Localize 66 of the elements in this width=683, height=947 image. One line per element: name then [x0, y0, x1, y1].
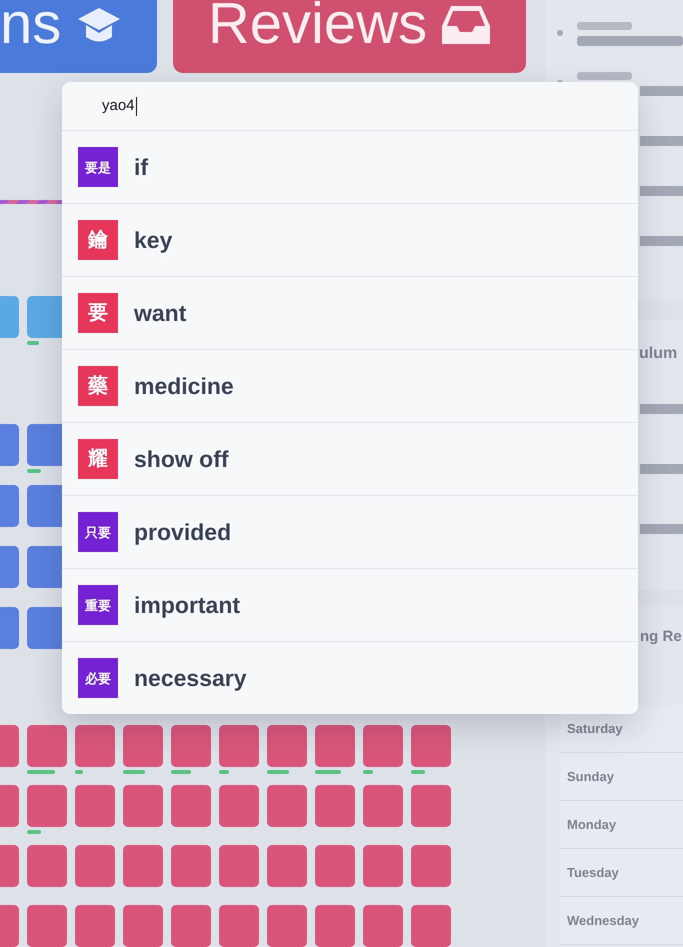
day-row: Wednesday: [560, 897, 683, 945]
search-result[interactable]: 鑰 key: [62, 203, 638, 276]
square-tile: [219, 845, 259, 887]
square-tile: [123, 845, 163, 887]
square-tile: [411, 845, 451, 887]
square-tile: [363, 785, 403, 827]
search-result[interactable]: 要是 if: [62, 130, 638, 203]
day-row: Monday: [560, 801, 683, 849]
search-result[interactable]: 耀 show off: [62, 422, 638, 495]
square-tile: [267, 785, 307, 827]
square-tile: [123, 725, 163, 767]
search-field[interactable]: yao4: [62, 82, 638, 130]
lessons-button[interactable]: ns: [0, 0, 157, 73]
square-tile: [27, 845, 67, 887]
square-tile: [267, 905, 307, 947]
square-tile: [411, 785, 451, 827]
square-tile: [171, 785, 211, 827]
square-tile: [75, 785, 115, 827]
text-placeholder-line: [577, 22, 632, 30]
square-tile: [171, 905, 211, 947]
character-tile: 必要: [78, 658, 118, 698]
square-tile: [75, 845, 115, 887]
reviews-button[interactable]: Reviews: [173, 0, 526, 73]
square-tile: [219, 785, 259, 827]
character-tile: 重要: [78, 585, 118, 625]
square-tile: [411, 905, 451, 947]
character-tile: 耀: [78, 439, 118, 479]
square-tile: [267, 725, 307, 767]
text-cursor-icon: [136, 96, 137, 116]
square-tile: [27, 785, 67, 827]
square-tile: [315, 845, 355, 887]
search-result[interactable]: 只要 provided: [62, 495, 638, 568]
square-tile: [267, 845, 307, 887]
square-tile: [219, 905, 259, 947]
square-tile: [75, 905, 115, 947]
section-heading: ulum: [639, 344, 678, 364]
search-result[interactable]: 要 want: [62, 276, 638, 349]
character-tile: 只要: [78, 512, 118, 552]
square-tile: [363, 725, 403, 767]
text-placeholder-line: [577, 72, 632, 80]
square-tile: [123, 785, 163, 827]
search-result[interactable]: 重要 important: [62, 568, 638, 641]
day-row: Tuesday: [560, 849, 683, 897]
character-tile: 要是: [78, 147, 118, 187]
square-tile: [123, 905, 163, 947]
square-tile: [363, 845, 403, 887]
character-tile: 鑰: [78, 220, 118, 260]
square-tile: [315, 725, 355, 767]
search-result[interactable]: 藥 medicine: [62, 349, 638, 422]
square-tile: [363, 905, 403, 947]
search-result[interactable]: 必要 necessary: [62, 641, 638, 714]
square-tile: [27, 905, 67, 947]
section-heading: ng Re: [640, 627, 683, 647]
square-tile: [27, 725, 67, 767]
striped-bar: [0, 200, 62, 204]
square-tile: [315, 905, 355, 947]
square-tile: [75, 725, 115, 767]
character-tile: 藥: [78, 366, 118, 406]
square-tile: [171, 725, 211, 767]
square-tile: [219, 725, 259, 767]
square-tile: [411, 725, 451, 767]
square-tile: [315, 785, 355, 827]
day-row: Sunday: [560, 753, 683, 801]
inbox-tray-icon: [441, 4, 492, 46]
character-tile: 要: [78, 293, 118, 333]
square-tile: [171, 845, 211, 887]
